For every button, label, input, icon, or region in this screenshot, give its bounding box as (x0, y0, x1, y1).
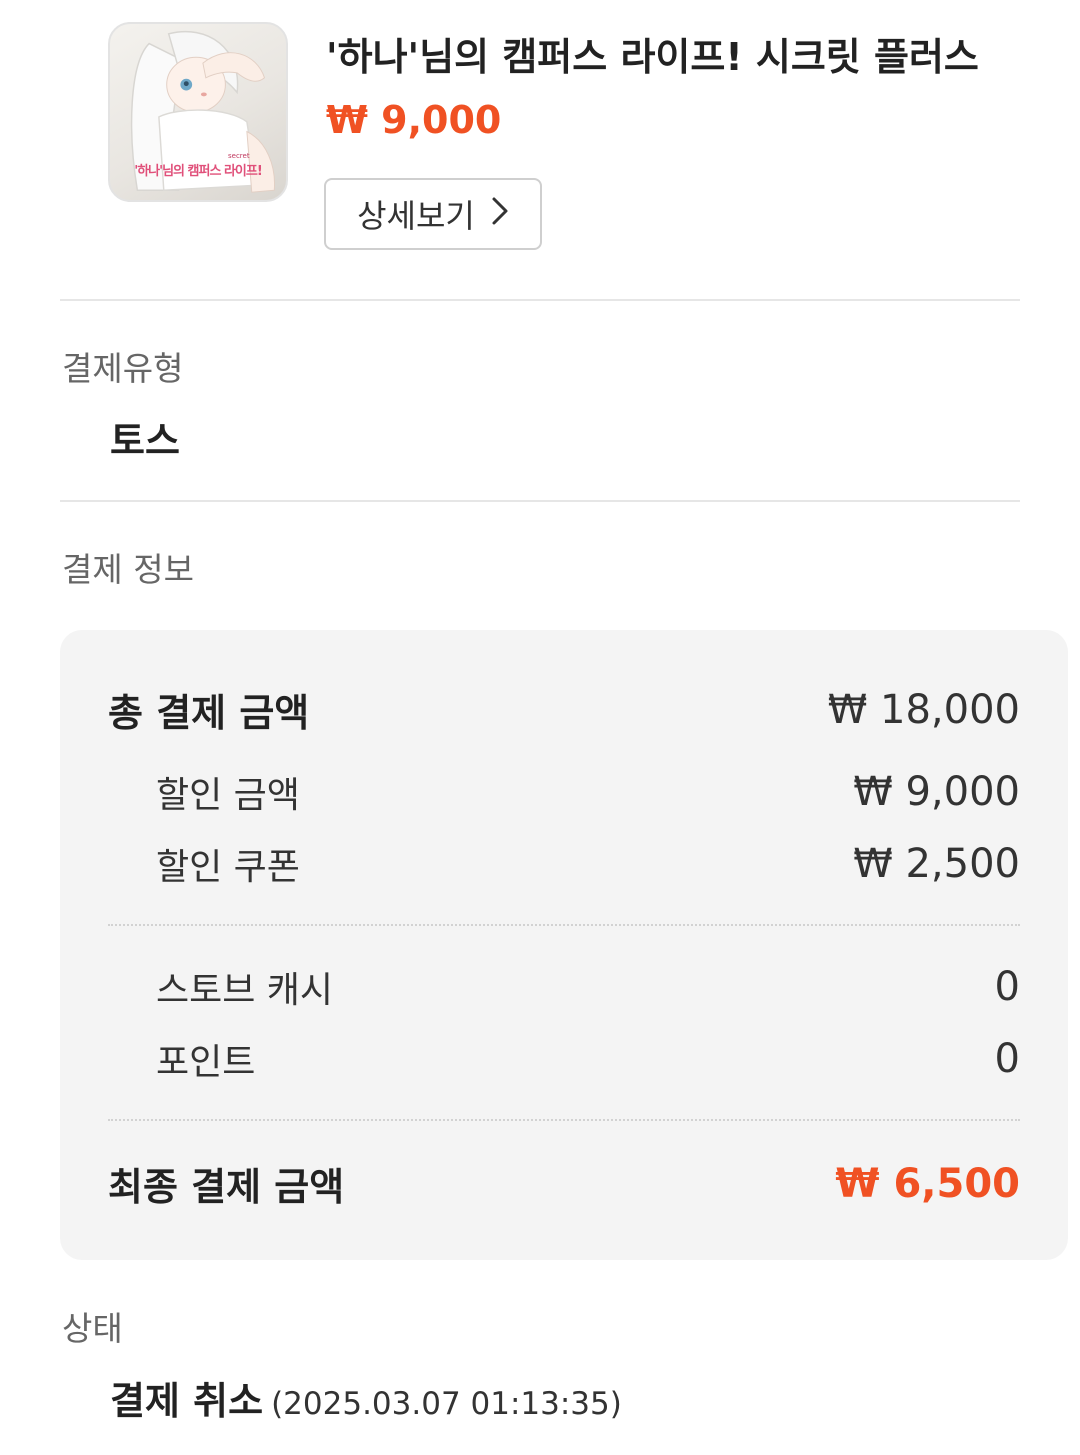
total-amount-value: ₩ 18,000 (827, 686, 1020, 733)
point-value: 0 (994, 1036, 1020, 1082)
stove-cash-row: 스토브 캐시 0 (108, 961, 1020, 1013)
stove-cash-label: 스토브 캐시 (156, 970, 334, 1011)
discount-amount-row: 할인 금액 ₩ 9,000 (108, 766, 1020, 818)
product-thumbnail: secret '하나'님의 캠퍼스 라이프! (108, 22, 288, 202)
status-row: 결제 취소 (2025.03.07 01:13:35) (110, 1370, 622, 1425)
discount-coupon-label: 할인 쿠폰 (156, 847, 300, 888)
payment-info-label: 결제 정보 (62, 550, 194, 589)
detail-button-label: 상세보기 (357, 197, 475, 235)
product-price: ₩ 9,000 (326, 98, 502, 142)
dotted-divider (108, 924, 1020, 926)
stove-cash-value: 0 (994, 964, 1020, 1010)
chevron-right-icon (491, 196, 509, 232)
discount-coupon-value: ₩ 2,500 (853, 841, 1020, 887)
discount-amount-value: ₩ 9,000 (853, 769, 1020, 815)
status-datetime: (2025.03.07 01:13:35) (271, 1386, 622, 1422)
total-amount-row: 총 결제 금액 ₩ 18,000 (108, 682, 1020, 737)
payment-type-value: 토스 (110, 419, 180, 463)
dotted-divider (108, 1119, 1020, 1121)
status-value: 결제 취소 (110, 1379, 264, 1423)
point-label: 포인트 (156, 1042, 256, 1083)
product-title: '하나'님의 캠퍼스 라이프! 시크릿 플러스 (326, 35, 979, 79)
payment-type-label: 결제유형 (62, 349, 184, 388)
point-row: 포인트 0 (108, 1033, 1020, 1085)
detail-button[interactable]: 상세보기 (324, 178, 542, 250)
purchase-detail-page: secret '하나'님의 캠퍼스 라이프! '하나'님의 캠퍼스 라이프! 시… (0, 0, 1080, 1455)
discount-amount-label: 할인 금액 (156, 775, 300, 816)
total-amount-label: 총 결제 금액 (108, 691, 310, 735)
status-label: 상태 (62, 1309, 123, 1348)
thumbnail-caption: '하나'님의 캠퍼스 라이프! (134, 164, 263, 179)
discount-coupon-row: 할인 쿠폰 ₩ 2,500 (108, 838, 1020, 890)
final-amount-row: 최종 결제 금액 ₩ 6,500 (108, 1156, 1020, 1211)
divider (60, 500, 1020, 502)
thumbnail-small-text: secret (228, 152, 250, 160)
divider (60, 299, 1020, 301)
payment-info-box: 총 결제 금액 ₩ 18,000 할인 금액 ₩ 9,000 할인 쿠폰 ₩ 2… (60, 630, 1068, 1260)
final-amount-label: 최종 결제 금액 (108, 1165, 345, 1209)
final-amount-value: ₩ 6,500 (835, 1160, 1020, 1207)
